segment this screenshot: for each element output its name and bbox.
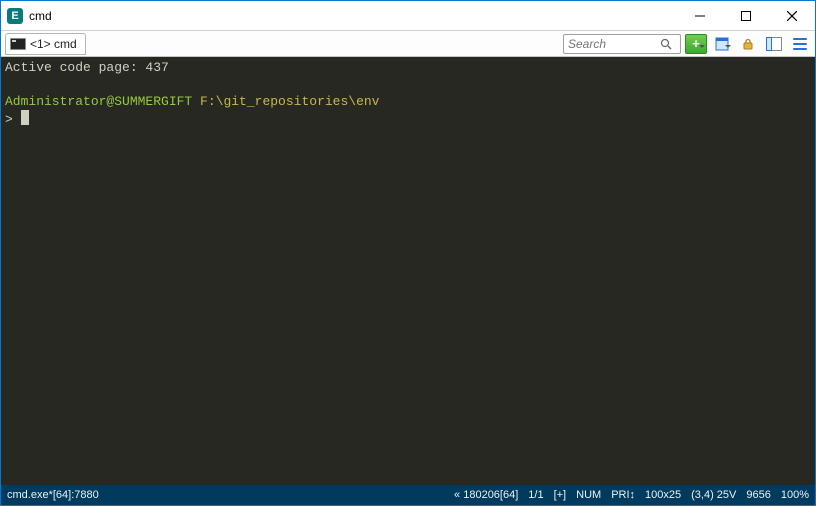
status-build: « 180206[64] xyxy=(454,489,518,501)
status-zoom: 100% xyxy=(781,489,809,501)
prompt-path: F:\git_repositories\env xyxy=(200,94,379,109)
title-bar: E cmd xyxy=(1,1,815,31)
status-chars: 9656 xyxy=(746,489,770,501)
app-icon: E xyxy=(7,8,23,24)
lock-button[interactable] xyxy=(737,34,759,54)
tab-label: <1> cmd xyxy=(30,37,77,51)
terminal-line-codepage: Active code page: 437 xyxy=(5,60,169,75)
status-buffer-size: 100x25 xyxy=(645,489,681,501)
search-icon xyxy=(660,38,672,50)
new-tab-button[interactable]: + xyxy=(685,34,707,54)
status-cursor: (3,4) 25V xyxy=(691,489,736,501)
lock-icon xyxy=(742,38,754,50)
view-button[interactable] xyxy=(711,34,733,54)
maximize-icon xyxy=(741,11,751,21)
status-bar: cmd.exe*[64]:7880 « 180206[64] 1/1 [+] N… xyxy=(1,485,815,505)
minimize-button[interactable] xyxy=(677,1,723,30)
plus-icon: + xyxy=(692,37,700,50)
window-icon xyxy=(715,37,729,51)
search-box[interactable] xyxy=(563,34,681,54)
search-input[interactable] xyxy=(568,37,660,51)
split-panel-icon xyxy=(766,37,782,51)
prompt-user: Administrator@SUMMERGIFT xyxy=(5,94,192,109)
menu-button[interactable] xyxy=(789,34,811,54)
window-title: cmd xyxy=(29,9,677,23)
menu-icon xyxy=(793,38,807,50)
status-priority: PRI↕ xyxy=(611,489,635,501)
tab-bar: <1> cmd + xyxy=(1,31,815,57)
maximize-button[interactable] xyxy=(723,1,769,30)
window-controls xyxy=(677,1,815,30)
close-icon xyxy=(787,11,797,21)
cursor xyxy=(21,110,29,125)
minimize-icon xyxy=(695,11,705,21)
split-button[interactable] xyxy=(763,34,785,54)
app-window: E cmd <1> cmd + xyxy=(0,0,816,506)
console-icon xyxy=(10,38,26,50)
tab-cmd[interactable]: <1> cmd xyxy=(5,33,86,55)
terminal[interactable]: Active code page: 437 Administrator@SUMM… xyxy=(1,57,815,485)
close-button[interactable] xyxy=(769,1,815,30)
status-position: 1/1 xyxy=(528,489,543,501)
status-plus: [+] xyxy=(554,489,567,501)
prompt-symbol: > xyxy=(5,112,13,127)
status-numlock: NUM xyxy=(576,489,601,501)
status-process: cmd.exe*[64]:7880 xyxy=(7,489,99,501)
